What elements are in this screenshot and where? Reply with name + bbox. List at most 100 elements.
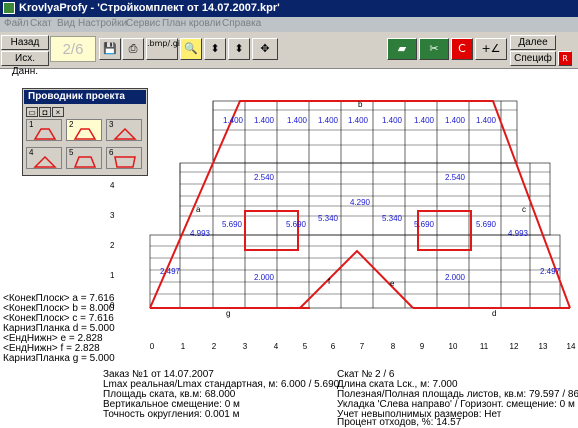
toolbar: Назад Исх. Данн. 2/6 💾 ⎙ .bmp/.gif 🔍 ⬍ ⬍… (0, 32, 578, 77)
sheet-label: 1.400 (382, 116, 403, 125)
sheet-label: 2.497 (540, 267, 561, 276)
panel-pin-icon[interactable]: ◘ (39, 107, 51, 117)
menu-service[interactable]: Сервис (126, 18, 160, 29)
move-up-icon[interactable]: ⬍ (204, 38, 226, 60)
menu-file[interactable]: Файл (4, 18, 29, 29)
sheet-label: 1.400 (476, 116, 497, 125)
move-arrows-icon[interactable]: ✥ (252, 38, 278, 60)
sheet-label: 4.993 (508, 229, 529, 238)
edge-letter: g (226, 309, 230, 318)
project-explorer-title: Проводник проекта (24, 90, 146, 104)
x-tick: 1 (181, 342, 186, 351)
sheet-add-icon[interactable]: ▰ (387, 38, 417, 60)
x-tick: 13 (539, 342, 548, 351)
sheet-label: 2.000 (254, 273, 275, 282)
y-tick: 1 (110, 271, 115, 280)
y-tick: 4 (110, 181, 115, 190)
next-button[interactable]: Далее (510, 35, 556, 50)
order-rounding: Точность округления: 0.001 м (103, 409, 240, 420)
triangle-icon (113, 128, 137, 140)
sheet-label: 1.400 (445, 116, 466, 125)
panel-close-icon[interactable]: × (52, 107, 64, 117)
slope-thumb-6[interactable]: 6 (106, 147, 142, 169)
x-tick: 7 (360, 342, 365, 351)
export-bmp-button[interactable]: .bmp/.gif (146, 38, 183, 60)
sheet-label: 4.993 (190, 229, 211, 238)
x-tick: 14 (567, 342, 576, 351)
sheet-label: 1.400 (223, 116, 244, 125)
initial-data-button[interactable]: Исх. Данн. (1, 51, 49, 77)
menu-bar: Файл Скат Вид Настройки Сервис План кров… (0, 17, 578, 32)
sheet-label: 2.497 (160, 267, 181, 276)
project-explorer-panel[interactable]: Проводник проекта ▭ ◘ × 1 2 3 4 5 6 (22, 88, 148, 176)
edge-letter: a (196, 205, 201, 214)
sheet-label: 1.400 (414, 116, 435, 125)
sheet-label: 2.540 (445, 173, 466, 182)
x-axis-ticks: 0 1 2 3 4 5 6 7 8 9 10 11 12 13 14 (150, 342, 576, 351)
window-titlebar: KrovlyaProfy - 'Стройкомплект от 14.07.2… (0, 0, 578, 17)
angle-tool-icon[interactable]: +∠ (475, 38, 507, 60)
spec-button[interactable]: Специф (510, 51, 556, 66)
menu-roof-plan[interactable]: План кровли (162, 18, 221, 29)
x-tick: 10 (449, 342, 458, 351)
slope-thumb-4[interactable]: 4 (26, 147, 62, 169)
trapezoid-icon (73, 128, 97, 140)
zoom-icon[interactable]: 🔍 (180, 38, 202, 60)
menu-view[interactable]: Вид (57, 18, 75, 29)
dimension-row-g: КарнизПланка g = 5.000 (3, 353, 115, 364)
save-icon[interactable]: 💾 (99, 38, 121, 60)
window-title: KrovlyaProfy - 'Стройкомплект от 14.07.2… (19, 2, 280, 14)
x-tick: 12 (510, 342, 519, 351)
sheet-label: 4.290 (350, 198, 371, 207)
menu-slope[interactable]: Скат (30, 18, 52, 29)
slope-thumb-1[interactable]: 1 (26, 119, 62, 141)
y-tick: 2 (110, 241, 115, 250)
edge-letter: c (522, 205, 526, 214)
menu-help[interactable]: Справка (222, 18, 261, 29)
slope-thumb-5[interactable]: 5 (66, 147, 102, 169)
sheet-label: 5.690 (222, 220, 243, 229)
x-tick: 9 (420, 342, 425, 351)
edge-letter: e (390, 279, 395, 288)
sheet-label: 2.000 (445, 273, 466, 282)
sheet-label: 5.690 (476, 220, 497, 229)
slope-thumb-2[interactable]: 2 (66, 119, 102, 141)
back-button[interactable]: Назад (1, 35, 49, 50)
y-tick: 3 (110, 211, 115, 220)
edge-letter: b (358, 100, 363, 109)
sheet-label: 5.340 (318, 214, 339, 223)
sheet-label: 5.340 (382, 214, 403, 223)
x-tick: 0 (150, 342, 155, 351)
sheet-label: 5.690 (286, 220, 307, 229)
panel-restore-icon[interactable]: ▭ (26, 107, 38, 117)
menu-settings[interactable]: Настройки (78, 18, 127, 29)
x-tick: 5 (303, 342, 308, 351)
trapezoid-icon (33, 128, 57, 140)
slope-thumb-3[interactable]: 3 (106, 119, 142, 141)
x-tick: 6 (331, 342, 336, 351)
sheet-label: 1.400 (348, 116, 369, 125)
close-red-icon[interactable]: R (558, 51, 572, 66)
x-tick: 8 (391, 342, 396, 351)
sheet-labels: 1.400 1.400 1.400 1.400 1.400 1.400 1.40… (160, 116, 561, 282)
sheet-label: 1.400 (254, 116, 275, 125)
page-counter: 2/6 (50, 36, 96, 62)
project-explorer-tools: ▭ ◘ × (26, 107, 70, 119)
x-tick: 3 (243, 342, 248, 351)
x-tick: 4 (274, 342, 279, 351)
sheet-label: 1.400 (287, 116, 308, 125)
print-icon[interactable]: ⎙ (122, 38, 144, 60)
trapezoid-icon (73, 156, 97, 168)
move-down-icon[interactable]: ⬍ (228, 38, 250, 60)
y-axis-ticks: 0 1 2 3 4 (110, 181, 115, 310)
sheet-label: 1.400 (318, 116, 339, 125)
x-tick: 2 (212, 342, 217, 351)
app-icon (3, 2, 15, 14)
trapezoid-icon (114, 156, 136, 168)
sheet-label: 5.690 (414, 220, 435, 229)
red-tool-icon[interactable]: C (451, 38, 473, 60)
edge-letter: d (492, 309, 496, 318)
x-tick: 11 (480, 342, 489, 351)
sheet-cut-icon[interactable]: ✂ (419, 38, 449, 60)
slope-waste: Процент отходов, %: 14.57 (337, 417, 462, 428)
